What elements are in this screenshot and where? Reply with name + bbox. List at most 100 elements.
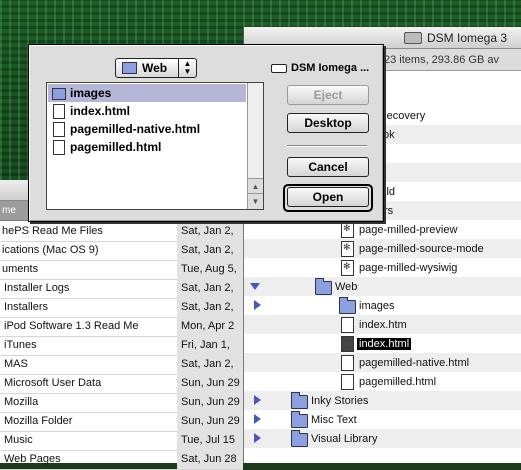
column-header-label: me: [2, 205, 16, 216]
popup-arrows-icon: ▲ ▼: [178, 59, 196, 77]
file-list[interactable]: images index.html pagemilled-native.html…: [46, 82, 264, 210]
list-item[interactable]: pagemilled.html: [244, 372, 521, 391]
button-divider: [287, 145, 367, 147]
row-date: Sat, Jan 2,: [181, 282, 234, 294]
window-title: DSM Iomega 3: [427, 30, 508, 45]
table-row[interactable]: MAS Sat, Jan 2,: [0, 355, 243, 375]
list-item[interactable]: Misc Text: [244, 410, 521, 429]
desktop-button[interactable]: Desktop: [287, 113, 369, 133]
vertical-scrollbar[interactable]: ▲ ▼: [247, 83, 263, 209]
list-item[interactable]: page-milled-source-mode: [244, 239, 521, 258]
table-row[interactable]: Mozilla Sun, Jun 29: [0, 393, 243, 413]
document-icon: [341, 355, 354, 371]
row-date: Sun, Jun 29: [181, 396, 240, 408]
row-date: Mon, Apr 2: [181, 320, 235, 332]
list-item[interactable]: Web: [244, 277, 521, 296]
item-label: Visual Library: [311, 432, 378, 445]
table-row[interactable]: Web Pages Sat, Jun 28: [0, 450, 243, 470]
table-row[interactable]: Music Tue, Jul 15: [0, 431, 243, 451]
row-name: Installers: [4, 301, 49, 313]
disclosure-triangle-icon[interactable]: [254, 414, 261, 424]
list-item[interactable]: index.htm: [244, 315, 521, 334]
row-name: Mozilla Folder: [4, 415, 73, 427]
list-item[interactable]: pagemilled-native.html: [244, 353, 521, 372]
item-label: Web: [335, 280, 358, 293]
cancel-button[interactable]: Cancel: [287, 157, 369, 177]
item-label: pagemilled-native.html: [359, 356, 470, 369]
status-text: 23 items, 293.86 GB av: [384, 53, 499, 66]
file-list-item[interactable]: pagemilled-native.html: [48, 120, 246, 138]
row-date: Sat, Jan 2,: [181, 225, 234, 237]
table-row[interactable]: hePS Read Me Files Sat, Jan 2,: [0, 222, 243, 242]
row-name: iTunes: [4, 339, 37, 351]
disclosure-triangle-icon[interactable]: [254, 433, 261, 443]
folder-icon: [291, 392, 308, 409]
row-date: Tue, Jul 15: [181, 434, 236, 446]
volume-indicator: DSM Iomega ...: [271, 62, 369, 74]
file-label: pagemilled-native.html: [70, 122, 201, 136]
file-list-item[interactable]: index.html: [48, 102, 246, 120]
row-date: Sun, Jun 29: [181, 377, 240, 389]
script-file-icon: [341, 222, 354, 238]
folder-icon: [52, 88, 66, 100]
document-icon: [53, 104, 65, 119]
item-label: page-milled-preview: [359, 223, 458, 236]
file-label: images: [70, 86, 112, 100]
list-item[interactable]: Inky Stories: [244, 391, 521, 410]
row-name: Mozilla: [4, 396, 39, 408]
list-item[interactable]: page-milled-preview: [244, 220, 521, 239]
folder-icon: [339, 297, 356, 314]
table-row[interactable]: iTunes Fri, Jan 1,: [0, 336, 243, 356]
folder-icon: [291, 411, 308, 428]
file-list-item[interactable]: images: [48, 84, 246, 102]
table-row[interactable]: Installers Sat, Jan 2,: [0, 298, 243, 318]
item-label-selected: index.html: [357, 337, 412, 350]
row-date: Sat, Jun 28: [181, 453, 237, 465]
table-row[interactable]: Microsoft User Data Sun, Jun 29: [0, 374, 243, 394]
disclosure-triangle-icon[interactable]: [254, 395, 261, 405]
item-label: page-milled-source-mode: [359, 242, 484, 255]
list-item[interactable]: page-milled-wysiwig: [244, 258, 521, 277]
script-file-icon: [341, 241, 354, 257]
open-button[interactable]: Open: [287, 187, 369, 207]
folder-popup-menu[interactable]: Web ▲ ▼: [115, 58, 197, 78]
table-row[interactable]: iPod Software 1.3 Read Me Mon, Apr 2: [0, 317, 243, 337]
item-label: images: [359, 299, 395, 312]
document-icon: [341, 374, 354, 390]
item-label: index.htm: [359, 318, 407, 331]
document-icon: [341, 317, 354, 333]
disclosure-triangle-icon[interactable]: [250, 283, 260, 290]
row-name: Installer Logs: [4, 282, 70, 294]
disclosure-triangle-icon[interactable]: [254, 300, 261, 310]
row-date: Fri, Jan 1,: [181, 339, 230, 351]
list-item[interactable]: Visual Library: [244, 429, 521, 448]
file-list-item[interactable]: pagemilled.html: [48, 138, 246, 156]
scroll-down-arrow-icon[interactable]: ▼: [248, 193, 263, 209]
document-icon: [53, 122, 65, 137]
table-row[interactable]: Installer Logs Sat, Jan 2,: [0, 279, 243, 299]
volume-name: DSM Iomega ...: [291, 62, 370, 74]
row-name: MAS: [4, 358, 28, 370]
row-name: Web Pages: [4, 453, 61, 465]
document-icon: [53, 140, 65, 155]
item-label: Inky Stories: [311, 394, 369, 407]
finder-window-left: me hePS Read Me Files Sat, Jan 2, icatio…: [0, 180, 245, 470]
item-label: pagemilled.html: [359, 375, 437, 388]
row-name: iPod Software 1.3 Read Me: [4, 320, 139, 332]
file-label: pagemilled.html: [70, 140, 162, 154]
list-item[interactable]: index.html: [244, 334, 521, 353]
hard-disk-icon: [404, 31, 422, 44]
table-row[interactable]: Mozilla Folder Sun, Jun 29: [0, 412, 243, 432]
scroll-up-arrow-icon[interactable]: ▲: [248, 178, 263, 194]
list-item[interactable]: images: [244, 296, 521, 315]
eject-button[interactable]: Eject: [287, 85, 369, 105]
table-row[interactable]: ications (Mac OS 9) Sat, Jan 2,: [0, 241, 243, 261]
table-row[interactable]: uments Tue, Aug 5,: [0, 260, 243, 280]
open-file-dialog: Web ▲ ▼ DSM Iomega ... images index.html …: [28, 44, 384, 222]
row-name: ications (Mac OS 9): [2, 244, 99, 256]
folder-icon: [122, 62, 137, 74]
row-name: uments: [2, 263, 39, 275]
folder-popup-label: Web: [142, 61, 168, 75]
row-name: Microsoft User Data: [4, 377, 102, 389]
row-name: Music: [4, 434, 33, 446]
